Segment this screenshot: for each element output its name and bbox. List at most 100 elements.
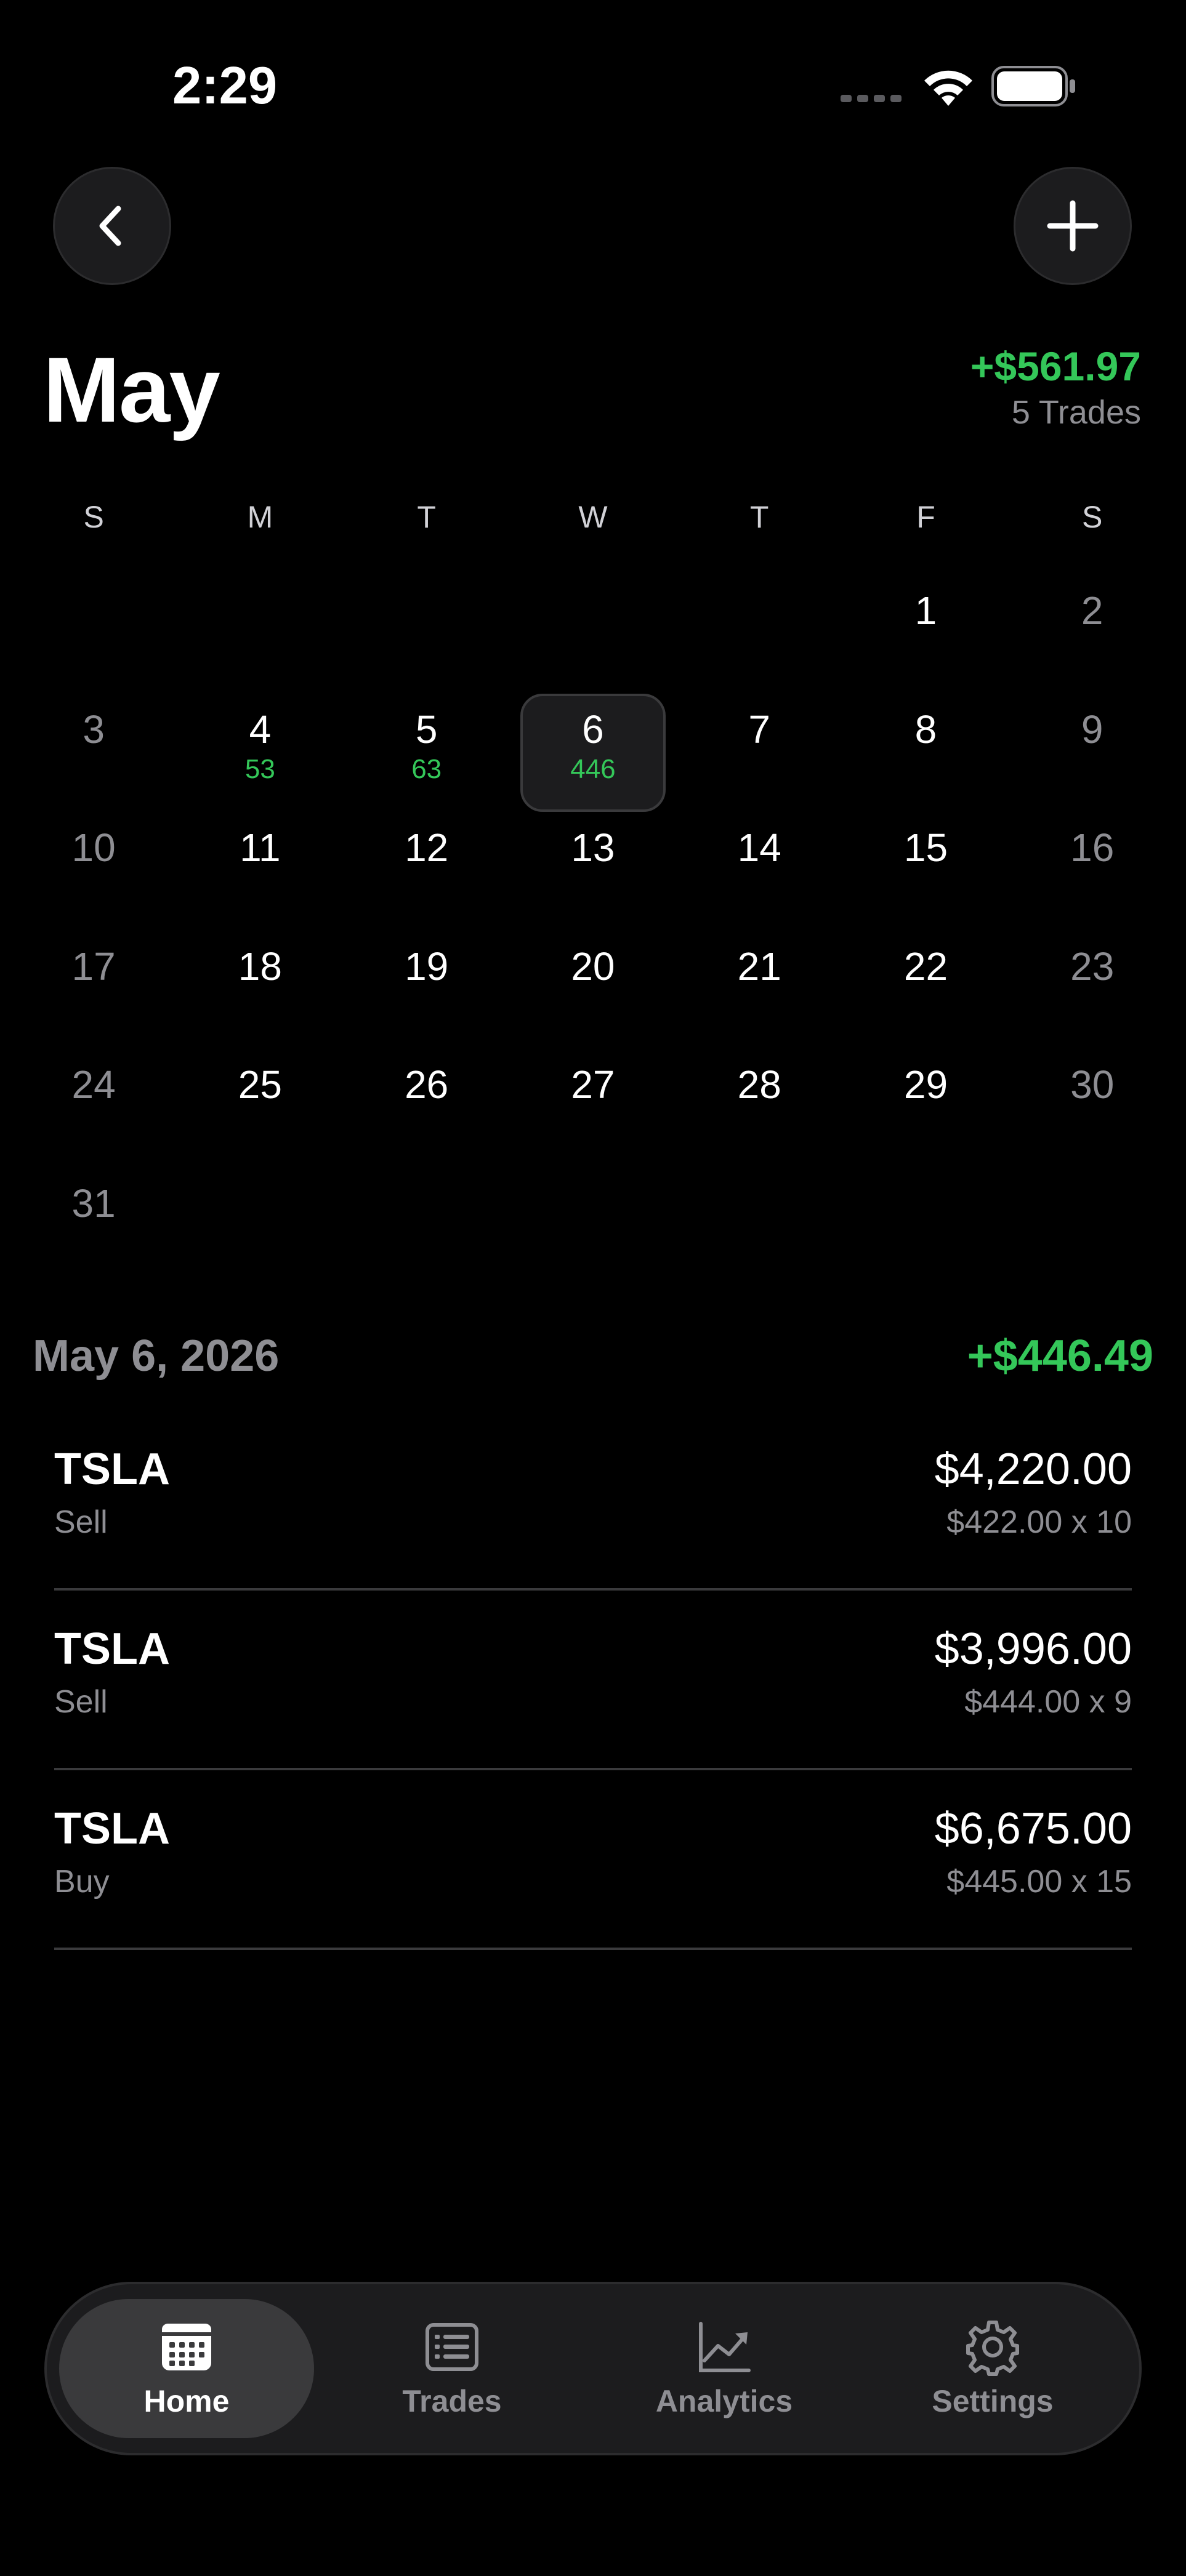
plus-icon bbox=[1047, 200, 1099, 252]
calendar-day-number: 29 bbox=[903, 1062, 948, 1107]
calendar-day[interactable]: 26 bbox=[344, 1049, 510, 1168]
calendar-blank bbox=[10, 575, 177, 694]
tab-label: Analytics bbox=[655, 2384, 793, 2418]
calendar-day[interactable]: 28 bbox=[676, 1049, 842, 1168]
calendar-icon bbox=[162, 2324, 211, 2370]
add-trade-button[interactable] bbox=[1014, 167, 1132, 285]
calendar-day[interactable]: 4 53 bbox=[177, 694, 343, 813]
trade-row[interactable]: TSLA Buy $6,675.00 $445.00 x 15 bbox=[54, 1770, 1132, 1950]
calendar-day-number: 21 bbox=[737, 944, 781, 989]
month-title: May bbox=[43, 338, 220, 441]
calendar-day-number: 4 bbox=[249, 707, 272, 752]
calendar-day[interactable]: 19 bbox=[344, 931, 510, 1049]
calendar-day-number: 13 bbox=[571, 825, 615, 870]
calendar-day-number: 8 bbox=[914, 707, 937, 752]
calendar-day-number: 11 bbox=[240, 825, 281, 870]
calendar-day[interactable]: 23 bbox=[1009, 931, 1176, 1049]
calendar-day-number: 28 bbox=[737, 1062, 781, 1107]
calendar-day-number: 20 bbox=[571, 944, 615, 989]
calendar-day[interactable]: 15 bbox=[842, 812, 1009, 931]
calendar-day[interactable]: 17 bbox=[10, 931, 177, 1049]
calendar-day-number: 26 bbox=[405, 1062, 449, 1107]
calendar-day[interactable]: 16 bbox=[1009, 812, 1176, 931]
calendar-day[interactable]: 25 bbox=[177, 1049, 343, 1168]
weekday-label: M bbox=[247, 500, 273, 534]
trade-row[interactable]: TSLA Sell $4,220.00 $422.00 x 10 bbox=[54, 1411, 1132, 1591]
trade-list: TSLA Sell $4,220.00 $422.00 x 10 TSLA Se… bbox=[54, 1411, 1132, 1950]
calendar-day[interactable]: 14 bbox=[676, 812, 842, 931]
selected-day-pnl: +$446.49 bbox=[967, 1331, 1153, 1381]
trade-price-quantity: $422.00 x 10 bbox=[946, 1504, 1132, 1540]
weekday-label: T bbox=[749, 500, 769, 534]
calendar-day[interactable]: 20 bbox=[510, 931, 676, 1049]
calendar-day[interactable]: 7 bbox=[676, 694, 842, 813]
calendar-day[interactable]: 5 63 bbox=[344, 694, 510, 813]
tab-label: Settings bbox=[932, 2384, 1054, 2418]
back-button[interactable] bbox=[53, 167, 171, 285]
calendar-day[interactable]: 10 bbox=[10, 812, 177, 931]
calendar-day-number: 14 bbox=[737, 825, 781, 870]
calendar-day-number: 31 bbox=[71, 1181, 116, 1226]
calendar-day-number: 18 bbox=[238, 944, 282, 989]
calendar-day-number: 17 bbox=[71, 944, 116, 989]
calendar-day[interactable]: 8 bbox=[842, 694, 1009, 813]
calendar-day[interactable]: 1 bbox=[842, 575, 1009, 694]
calendar-day-number: 15 bbox=[903, 825, 948, 870]
calendar-day-pnl: 53 bbox=[244, 753, 275, 784]
calendar-day-number: 6 bbox=[582, 707, 604, 752]
trade-amount: $6,675.00 bbox=[934, 1804, 1132, 1853]
calendar-day[interactable]: 9 bbox=[1009, 694, 1176, 813]
calendar-day-number: 23 bbox=[1070, 944, 1115, 989]
gear-icon bbox=[966, 2321, 1019, 2376]
calendar-day[interactable]: 11 bbox=[177, 812, 343, 931]
weekday-label: S bbox=[83, 500, 104, 534]
calendar-day[interactable]: 12 bbox=[344, 812, 510, 931]
trade-symbol: TSLA bbox=[54, 1804, 170, 1853]
calendar-blank bbox=[676, 575, 842, 694]
calendar-day-selected[interactable]: 6 446 bbox=[510, 693, 676, 813]
calendar-day-number: 5 bbox=[415, 707, 438, 752]
calendar-day[interactable]: 30 bbox=[1009, 1049, 1176, 1168]
calendar-day[interactable]: 2 bbox=[1009, 575, 1176, 694]
calendar-day-number: 3 bbox=[83, 707, 105, 752]
month-trade-count: 5 Trades bbox=[1011, 394, 1141, 431]
calendar-day-number: 16 bbox=[1070, 825, 1115, 870]
calendar-day[interactable]: 31 bbox=[10, 1168, 177, 1286]
trade-row[interactable]: TSLA Sell $3,996.00 $444.00 x 9 bbox=[54, 1591, 1132, 1770]
trade-side: Sell bbox=[54, 1504, 108, 1540]
trade-price-quantity: $445.00 x 15 bbox=[946, 1864, 1132, 1900]
tab-bar: Home Trades Analytics Settings bbox=[44, 2282, 1142, 2455]
chevron-left-icon bbox=[99, 206, 121, 246]
tab-label: Home bbox=[143, 2384, 230, 2418]
calendar-day[interactable]: 29 bbox=[842, 1049, 1009, 1168]
weekday-label: T bbox=[417, 500, 436, 534]
trade-symbol: TSLA bbox=[54, 1445, 170, 1494]
calendar-day[interactable]: 21 bbox=[676, 931, 842, 1049]
calendar-day[interactable]: 13 bbox=[510, 812, 676, 931]
list-icon bbox=[426, 2323, 478, 2371]
calendar-day-number: 10 bbox=[71, 825, 116, 870]
tab-trades[interactable]: Trades bbox=[329, 2299, 575, 2438]
calendar-day[interactable]: 22 bbox=[842, 931, 1009, 1049]
calendar-day[interactable]: 24 bbox=[10, 1049, 177, 1168]
tab-analytics[interactable]: Analytics bbox=[601, 2299, 847, 2438]
trade-side: Buy bbox=[54, 1864, 110, 1900]
calendar-day-pnl: 446 bbox=[570, 753, 616, 784]
trade-side: Sell bbox=[54, 1684, 108, 1720]
status-time: 2:29 bbox=[172, 57, 278, 115]
calendar-blank bbox=[177, 575, 343, 694]
calendar-blank bbox=[510, 575, 676, 694]
calendar-day-number: 12 bbox=[405, 825, 449, 870]
calendar-day-number: 25 bbox=[238, 1062, 282, 1107]
calendar-day-number: 19 bbox=[405, 944, 449, 989]
trade-amount: $4,220.00 bbox=[934, 1445, 1132, 1494]
calendar-day[interactable]: 3 bbox=[10, 694, 177, 813]
weekday-label: W bbox=[578, 500, 608, 534]
tab-home[interactable]: Home bbox=[59, 2299, 314, 2438]
calendar-day[interactable]: 27 bbox=[510, 1049, 676, 1168]
calendar-day[interactable]: 18 bbox=[177, 931, 343, 1049]
selected-day-date: May 6, 2026 bbox=[33, 1331, 280, 1381]
tab-settings[interactable]: Settings bbox=[869, 2299, 1116, 2438]
wifi-icon bbox=[924, 70, 972, 106]
calendar-day-number: 22 bbox=[903, 944, 948, 989]
